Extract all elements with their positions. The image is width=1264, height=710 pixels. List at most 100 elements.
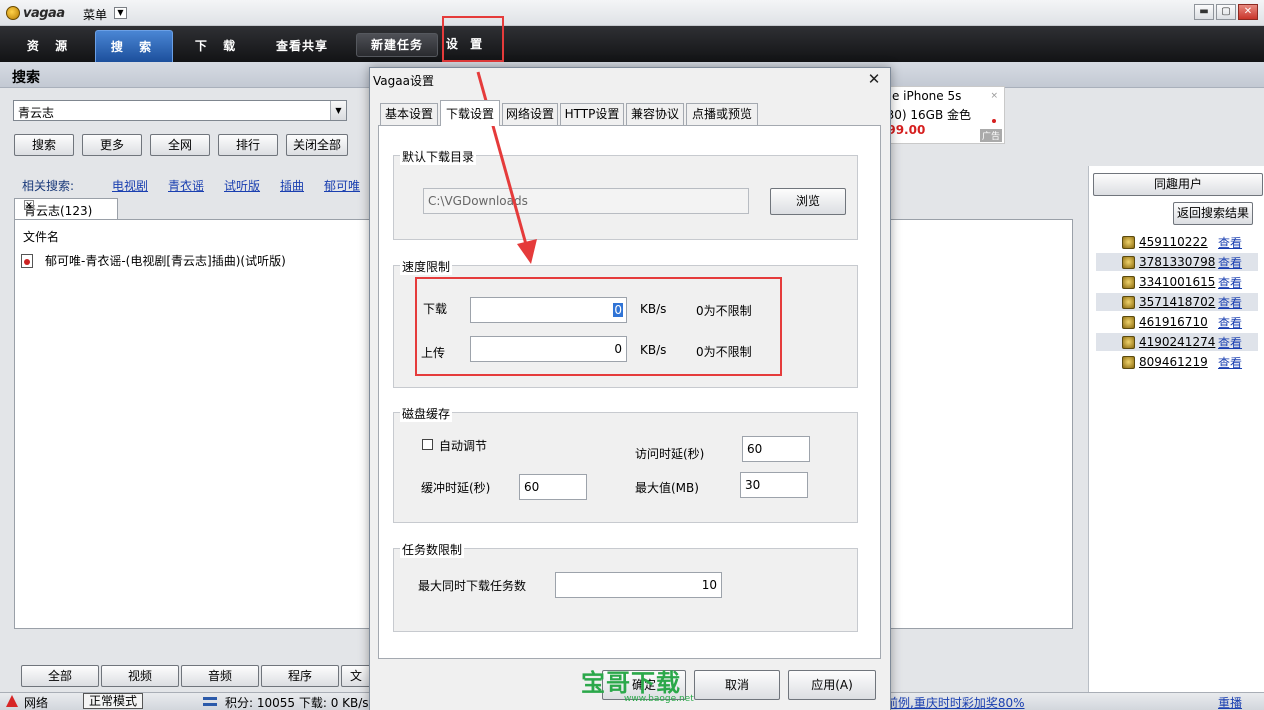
results-tab-label: 青云志(123) bbox=[24, 204, 93, 218]
back-to-results-button[interactable]: 返回搜索结果 bbox=[1173, 202, 1253, 225]
maximize-icon[interactable]: ▢ bbox=[1216, 4, 1236, 20]
user-view-link[interactable]: 查看 bbox=[1218, 314, 1242, 331]
user-crown-icon bbox=[1122, 355, 1135, 369]
list-item[interactable]: 809461219 查看 bbox=[1096, 353, 1258, 371]
close-icon[interactable]: ✕ bbox=[864, 69, 884, 89]
network-status: 网络 bbox=[24, 696, 49, 710]
max-cache-field[interactable]: 30 bbox=[740, 472, 808, 498]
section-title: 搜索 bbox=[12, 70, 40, 86]
tab-download-settings[interactable]: 下载设置 bbox=[440, 100, 500, 126]
tab-search[interactable]: 搜 索 bbox=[95, 30, 173, 62]
results-tab[interactable]: 青云志(123) ✕ bbox=[14, 198, 118, 219]
user-crown-icon bbox=[1122, 275, 1135, 289]
menu-dropdown-icon[interactable]: ▼ bbox=[114, 7, 127, 19]
list-item[interactable]: 4190241274 查看 bbox=[1096, 333, 1258, 351]
watermark-text: 宝哥下载 bbox=[581, 669, 681, 697]
list-item[interactable]: 3781330798 查看 bbox=[1096, 253, 1258, 271]
related-link-qingyiyao[interactable]: 青衣谣 bbox=[168, 177, 204, 194]
user-id[interactable]: 3781330798 bbox=[1139, 255, 1218, 269]
filter-audio-button[interactable]: 音频 bbox=[181, 665, 259, 687]
access-delay-label: 访问时延(秒) bbox=[635, 447, 705, 461]
ranking-button[interactable]: 排行 bbox=[218, 134, 278, 156]
dialog-title: Vagaa设置 bbox=[373, 74, 434, 88]
title-bar bbox=[0, 0, 1264, 26]
filter-program-button[interactable]: 程序 bbox=[261, 665, 339, 687]
settings-highlight-box bbox=[442, 16, 504, 62]
minimize-icon[interactable]: ▬ bbox=[1194, 4, 1214, 20]
download-dir-field[interactable]: C:\VGDownloads bbox=[423, 188, 749, 214]
user-id[interactable]: 461916710 bbox=[1139, 315, 1218, 329]
list-item[interactable]: 461916710 查看 bbox=[1096, 313, 1258, 331]
replay-link[interactable]: 重播 bbox=[1218, 694, 1242, 710]
max-tasks-label: 最大同时下载任务数 bbox=[418, 579, 527, 593]
similar-users-button[interactable]: 同趣用户 bbox=[1093, 173, 1263, 196]
disk-cache-label: 磁盘缓存 bbox=[400, 405, 453, 422]
window-controls: ▬ ▢ ✕ bbox=[1194, 4, 1258, 20]
ad-close-icon[interactable]: × bbox=[990, 91, 998, 101]
new-task-button[interactable]: 新建任务 bbox=[356, 33, 438, 57]
list-item[interactable]: 3571418702 查看 bbox=[1096, 293, 1258, 311]
related-link-tv[interactable]: 电视剧 bbox=[112, 177, 148, 194]
user-view-link[interactable]: 查看 bbox=[1218, 234, 1242, 251]
speed-limit-label: 速度限制 bbox=[400, 258, 453, 275]
search-input[interactable]: 青云志 ▼ bbox=[13, 100, 347, 121]
tab-basic-settings[interactable]: 基本设置 bbox=[380, 103, 438, 125]
filter-all-button[interactable]: 全部 bbox=[21, 665, 99, 687]
user-id[interactable]: 459110222 bbox=[1139, 235, 1218, 249]
ad-banner[interactable]: ple iPhone 5s 530) 16GB 金色 999.00 × 广告 bbox=[876, 86, 1005, 144]
filter-document-button[interactable]: 文 bbox=[341, 665, 371, 687]
more-button[interactable]: 更多 bbox=[82, 134, 142, 156]
user-view-link[interactable]: 查看 bbox=[1218, 334, 1242, 351]
chevron-down-icon[interactable]: ▼ bbox=[330, 101, 346, 120]
user-id[interactable]: 809461219 bbox=[1139, 355, 1218, 369]
download-dir-label: 默认下载目录 bbox=[400, 148, 477, 165]
related-link-insert-song[interactable]: 插曲 bbox=[280, 177, 304, 194]
window-close-icon[interactable]: ✕ bbox=[1238, 4, 1258, 20]
menu-label[interactable]: 菜单 bbox=[83, 6, 107, 23]
related-link-preview[interactable]: 试听版 bbox=[224, 177, 260, 194]
tab-downloads[interactable]: 下 载 bbox=[176, 30, 260, 62]
user-id[interactable]: 3571418702 bbox=[1139, 295, 1218, 309]
user-crown-icon bbox=[1122, 295, 1135, 309]
list-item[interactable]: 3341001615 查看 bbox=[1096, 273, 1258, 291]
user-id[interactable]: 4190241274 bbox=[1139, 335, 1218, 349]
tab-resources[interactable]: 资 源 bbox=[8, 30, 92, 62]
filter-video-button[interactable]: 视频 bbox=[101, 665, 179, 687]
search-button[interactable]: 搜索 bbox=[14, 134, 74, 156]
user-view-link[interactable]: 查看 bbox=[1218, 354, 1242, 371]
user-view-link[interactable]: 查看 bbox=[1218, 294, 1242, 311]
user-crown-icon bbox=[1122, 315, 1135, 329]
access-delay-field[interactable]: 60 bbox=[742, 436, 810, 462]
user-view-link[interactable]: 查看 bbox=[1218, 254, 1242, 271]
browse-button[interactable]: 浏览 bbox=[770, 188, 846, 215]
related-link-singer[interactable]: 郁可唯 bbox=[324, 177, 360, 194]
column-filename[interactable]: 文件名 bbox=[23, 228, 59, 245]
list-item[interactable]: 459110222 查看 bbox=[1096, 233, 1258, 251]
apply-button[interactable]: 应用(A) bbox=[788, 670, 876, 700]
related-search-label: 相关搜索: bbox=[22, 179, 75, 193]
mode-badge[interactable]: 正常模式 bbox=[83, 693, 143, 709]
tab-view-shares[interactable]: 查看共享 bbox=[265, 30, 339, 62]
buffer-delay-label: 缓冲时延(秒) bbox=[421, 481, 491, 495]
promo-link[interactable]: 前例,重庆时时彩加奖80% bbox=[886, 694, 1025, 710]
cancel-button[interactable]: 取消 bbox=[694, 670, 780, 700]
tab-http-settings[interactable]: HTTP设置 bbox=[560, 103, 624, 125]
table-row[interactable]: 郁可唯-青衣谣-(电视剧[青云志]插曲)(试听版) bbox=[21, 252, 286, 269]
auto-adjust-checkbox[interactable] bbox=[422, 439, 433, 450]
close-tab-icon[interactable]: ✕ bbox=[24, 200, 34, 211]
disk-cache-group bbox=[393, 412, 858, 523]
speed-highlight-box bbox=[415, 277, 782, 376]
user-id[interactable]: 3341001615 bbox=[1139, 275, 1218, 289]
user-view-link[interactable]: 查看 bbox=[1218, 274, 1242, 291]
tab-compat-protocols[interactable]: 兼容协议 bbox=[626, 103, 684, 125]
logo-text: vagaa bbox=[23, 5, 65, 21]
tab-vod-preview[interactable]: 点播或预览 bbox=[686, 103, 758, 125]
close-all-button[interactable]: 关闭全部 bbox=[286, 134, 348, 156]
max-tasks-field[interactable]: 10 bbox=[555, 572, 722, 598]
buffer-delay-field[interactable]: 60 bbox=[519, 474, 587, 500]
search-query: 青云志 bbox=[18, 106, 55, 120]
ad-tag: 广告 bbox=[979, 129, 1002, 142]
tab-network-settings[interactable]: 网络设置 bbox=[502, 103, 558, 125]
result-filename: 郁可唯-青衣谣-(电视剧[青云志]插曲)(试听版) bbox=[45, 254, 286, 268]
all-network-button[interactable]: 全网 bbox=[150, 134, 210, 156]
